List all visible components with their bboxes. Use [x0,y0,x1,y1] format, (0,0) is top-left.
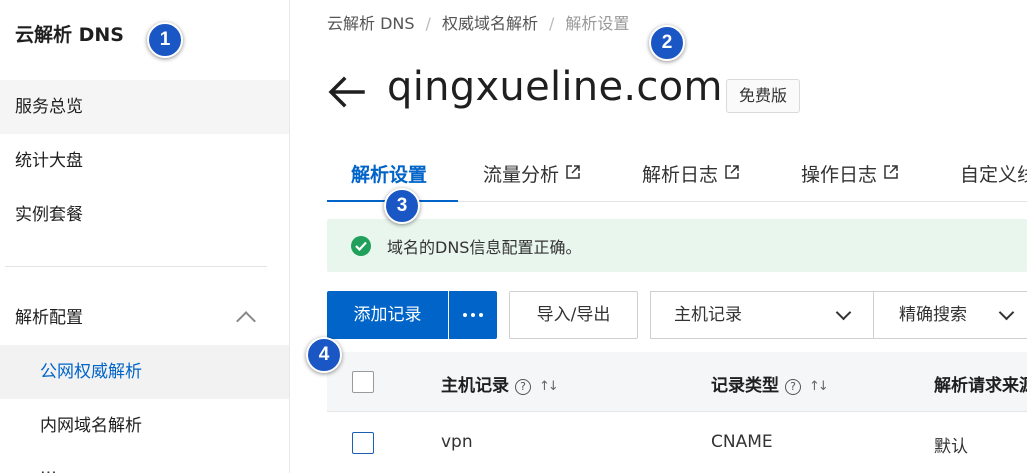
cell-type: CNAME [711,432,773,452]
chevron-down-icon [998,304,1015,321]
host-record-filter-select[interactable]: 主机记录 [650,291,874,339]
tab-label: 流量分析 [483,164,560,186]
help-icon[interactable]: ? [785,379,801,395]
sidebar-item-private-zone[interactable]: 内网域名解析 [0,399,289,453]
edition-badge: 免费版 [726,79,801,113]
check-circle-icon [351,236,371,256]
back-arrow-icon[interactable] [327,74,367,110]
tab-label: 解析日志 [642,164,719,186]
help-icon[interactable]: ? [515,379,531,395]
alert-message: 域名的DNS信息配置正确。 [387,238,582,257]
sidebar-item-overview[interactable]: 服务总览 [0,80,289,134]
annotation-marker: 2 [649,25,685,61]
chevron-up-icon [236,311,256,331]
sort-icon[interactable]: ↑↓ [539,379,559,394]
annotation-marker: 4 [306,337,342,373]
main-content: 云解析 DNS / 权威域名解析 / 解析设置 qingxueline.com 免费版 … [291,0,1027,473]
row-checkbox[interactable] [352,432,374,454]
sidebar-title: 云解析 DNS [15,24,124,46]
cell-line: 默认 [934,437,968,457]
select-all-checkbox[interactable] [352,371,374,393]
breadcrumb: 云解析 DNS / 权威域名解析 / 解析设置 [327,10,629,34]
tab-label: 操作日志 [801,164,878,186]
sidebar-item-stats-dashboard[interactable]: 统计大盘 [0,134,289,188]
column-label: 解析请求来源 [934,376,1027,396]
sidebar: 云解析 DNS 服务总览 统计大盘 实例套餐 解析配置 公网权威解析 内网域名解… [0,0,290,473]
tab-label: 自定义线 [960,164,1027,186]
import-export-button[interactable]: 导入/导出 [509,291,638,339]
breadcrumb-current: 解析设置 [565,14,630,33]
select-value: 主机记录 [674,305,742,325]
sidebar-item-public-authoritative[interactable]: 公网权威解析 [0,345,289,399]
more-actions-button[interactable] [449,291,497,339]
tab-traffic-analysis[interactable]: 流量分析 [483,160,581,187]
breadcrumb-item[interactable]: 权威域名解析 [442,10,538,34]
breadcrumb-separator: / [548,14,555,33]
tab-resolution-logs[interactable]: 解析日志 [642,160,740,187]
tab-operation-logs[interactable]: 操作日志 [801,160,899,187]
sidebar-item-partial[interactable]: ⋯ [0,453,289,473]
external-link-icon [884,165,898,179]
tab-bar: 解析设置 流量分析 解析日志 操作日志 自定义线 [327,150,1027,202]
column-header-host[interactable]: 主机记录? ↑↓ [441,371,559,396]
breadcrumb-separator: / [425,14,431,33]
tab-label: 解析设置 [351,164,428,186]
dns-status-alert: 域名的DNS信息配置正确。 [327,219,1027,272]
page-title: qingxueline.com [387,64,723,110]
tab-custom-lines[interactable]: 自定义线 [960,160,1027,187]
column-label: 记录类型 [711,376,779,396]
sidebar-item-instance-plans[interactable]: 实例套餐 [0,188,289,242]
sidebar-divider [5,266,267,267]
sidebar-group-label: 解析配置 [15,308,83,328]
table-header: 主机记录? ↑↓ 记录类型? ↑↓ 解析请求来源 [327,352,1027,412]
sort-icon[interactable]: ↑↓ [809,379,829,394]
column-header-type[interactable]: 记录类型? ↑↓ [711,371,829,396]
select-value: 精确搜索 [899,305,967,325]
search-mode-select[interactable]: 精确搜索 [873,291,1027,339]
chevron-down-icon [835,304,852,321]
add-record-button[interactable]: 添加记录 [327,291,448,339]
breadcrumb-item[interactable]: 云解析 DNS [327,10,415,34]
column-header-request-source[interactable]: 解析请求来源 [934,371,1027,396]
annotation-marker: 3 [384,188,420,224]
table-row[interactable]: vpn CNAME 默认 [327,412,1027,473]
column-label: 主机记录 [441,376,509,396]
external-link-icon [725,165,739,179]
external-link-icon [566,165,580,179]
tab-resolution-settings[interactable]: 解析设置 [351,160,427,187]
annotation-marker: 1 [147,22,183,58]
sidebar-group-resolution-config[interactable]: 解析配置 [0,291,289,345]
cell-host: vpn [441,432,473,452]
